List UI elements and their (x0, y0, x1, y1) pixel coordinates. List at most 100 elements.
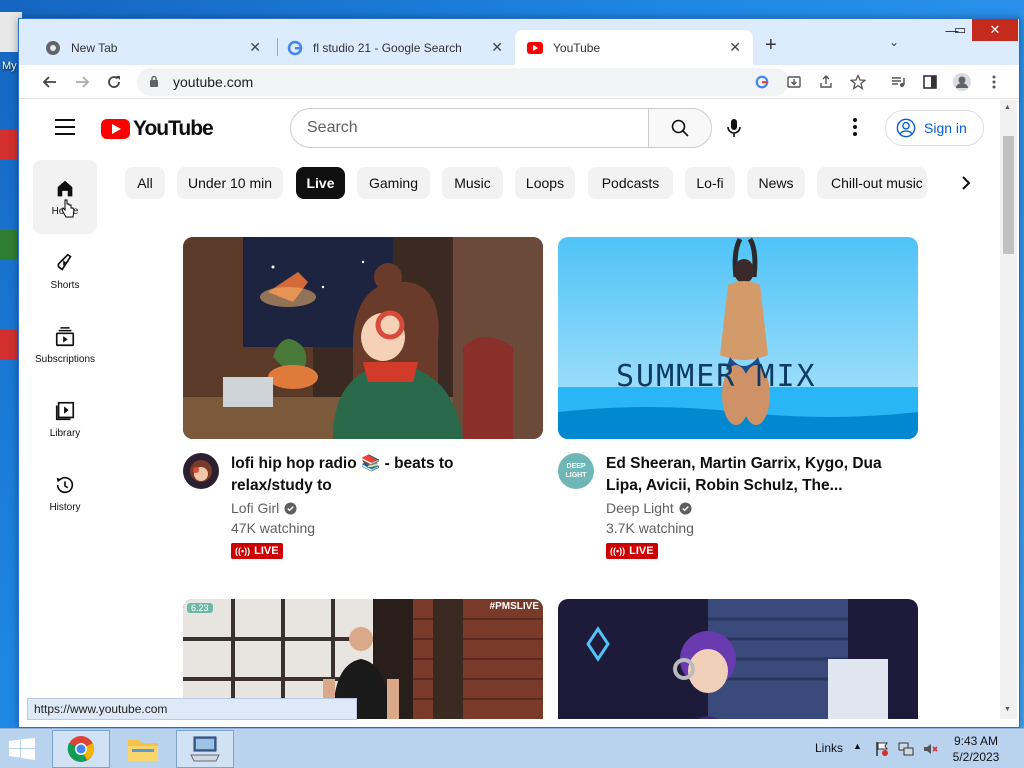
windows-start-icon[interactable] (8, 738, 38, 760)
youtube-logo-text: YouTube (133, 117, 214, 140)
sidebar-item-history[interactable]: History (33, 456, 97, 530)
sidebar-item-label: History (49, 501, 81, 513)
chevron-down-icon[interactable]: ⌄ (889, 35, 899, 49)
reload-icon[interactable] (103, 71, 125, 93)
clock-time: 9:43 AM (953, 734, 999, 748)
sidebar-item-library[interactable]: Library (33, 382, 97, 456)
sidebar-item-home[interactable]: Home (33, 160, 97, 234)
channel-name-text: Deep Light (606, 500, 674, 516)
category-chips: All Under 10 min Live Gaming Music Loops… (125, 167, 985, 199)
action-center-flag-icon[interactable] (874, 741, 890, 762)
video-title[interactable]: Ed Sheeran, Martin Garrix, Kygo, Dua Lip… (606, 453, 906, 497)
volume-muted-icon[interactable] (922, 741, 938, 762)
sidebar-item-label: Shorts (50, 279, 80, 291)
desktop-icon-label: My (2, 60, 17, 72)
chevron-right-icon[interactable] (954, 171, 978, 195)
sidebar-item-subscriptions[interactable]: Subscriptions (33, 308, 97, 382)
channel-name[interactable]: Deep Light (606, 500, 692, 516)
microphone-icon[interactable] (726, 118, 742, 143)
chip-loops[interactable]: Loops (515, 167, 575, 199)
subscriptions-icon (55, 326, 75, 346)
hamburger-menu-icon[interactable] (55, 119, 75, 135)
channel-avatar[interactable]: DEEP LIGHT (558, 453, 594, 489)
chip-under-10-min[interactable]: Under 10 min (177, 167, 283, 199)
youtube-logo[interactable]: YouTube (101, 117, 214, 141)
video-title-line: Ed Sheeran, Martin Garrix, Kygo, Dua (606, 455, 882, 472)
channel-name[interactable]: Lofi Girl (231, 500, 297, 516)
chip-gaming[interactable]: Gaming (357, 167, 430, 199)
scroll-up-icon[interactable]: ▲ (1004, 104, 1011, 111)
desktop-app-icon[interactable] (0, 330, 18, 360)
video-title-line: lofi hip hop radio 📚 - beats to (231, 455, 454, 472)
sidebar-item-shorts[interactable]: Shorts (33, 234, 97, 308)
desktop-app-icon[interactable] (0, 230, 18, 260)
account-icon (896, 118, 916, 138)
forward-arrow-icon[interactable] (71, 71, 93, 93)
thumbnail-corner-text: #PMSLIVE (489, 601, 539, 612)
tab-google-search[interactable]: fl studio 21 - Google Search ✕ (275, 30, 515, 65)
page-viewport: YouTube Search Sign in Ho (19, 100, 1019, 719)
chip-lo-fi[interactable]: Lo-fi (685, 167, 735, 199)
live-badge: ((•)) LIVE (231, 543, 283, 559)
close-icon[interactable]: ✕ (491, 39, 503, 56)
chip-music[interactable]: Music (442, 167, 503, 199)
google-lens-icon[interactable] (751, 71, 773, 93)
video-thumbnail[interactable] (183, 237, 543, 439)
maximize-button[interactable]: ▭ (949, 19, 971, 41)
viewer-count: 47K watching (231, 520, 316, 536)
scroll-down-icon[interactable]: ▼ (1004, 706, 1011, 713)
sign-in-label: Sign in (924, 120, 967, 136)
new-tab-button[interactable]: + (765, 34, 777, 57)
channel-avatar[interactable] (183, 453, 219, 489)
tab-title: New Tab (71, 40, 118, 55)
close-icon[interactable]: ✕ (249, 39, 261, 56)
shorts-icon (57, 253, 72, 271)
url-text: youtube.com (173, 74, 254, 90)
side-panel-icon[interactable] (919, 71, 941, 93)
links-toolbar-label[interactable]: Links (815, 741, 843, 755)
youtube-icon (527, 40, 543, 56)
chip-news[interactable]: News (747, 167, 805, 199)
back-arrow-icon[interactable] (39, 71, 61, 93)
tray-expand-icon[interactable]: ▲ (853, 741, 862, 751)
chrome-menu-icon[interactable] (983, 71, 1005, 93)
history-icon (56, 476, 74, 493)
media-control-icon[interactable] (887, 71, 909, 93)
video-thumbnail[interactable] (558, 599, 918, 719)
chip-chill-out-music[interactable]: Chill-out music (817, 167, 927, 199)
video-card[interactable]: SUMMER MIX DEEP LIGHT Ed Sheeran, Martin… (558, 237, 918, 559)
video-card[interactable]: lofi hip hop radio 📚 - beats to relax/st… (183, 237, 543, 559)
window-close-button[interactable]: ✕ (972, 19, 1018, 41)
star-icon[interactable] (847, 71, 869, 93)
taskbar-remote-desktop[interactable] (176, 730, 234, 768)
tab-youtube[interactable]: YouTube ✕ (515, 30, 753, 65)
system-clock[interactable]: 9:43 AM 5/2/2023 (942, 733, 1010, 765)
tab-new-tab[interactable]: New Tab ✕ (33, 30, 273, 65)
tab-strip: New Tab ✕ fl studio 21 - Google Search ✕… (19, 19, 1019, 65)
share-icon[interactable] (815, 71, 837, 93)
page-scrollbar[interactable]: ▲ ▼ (1000, 100, 1017, 719)
network-icon[interactable] (898, 741, 914, 762)
sign-in-button[interactable]: Sign in (885, 110, 984, 146)
more-options-icon[interactable] (853, 118, 857, 141)
chip-all[interactable]: All (125, 167, 165, 199)
search-input[interactable]: Search (290, 108, 648, 148)
chip-live[interactable]: Live (296, 167, 345, 199)
chrome-icon (45, 40, 61, 56)
desktop-app-icon[interactable] (0, 130, 18, 160)
video-card[interactable] (558, 599, 918, 719)
taskbar-chrome[interactable] (52, 730, 110, 768)
video-thumbnail[interactable]: SUMMER MIX (558, 237, 918, 439)
chip-podcasts[interactable]: Podcasts (588, 167, 673, 199)
scrollbar-thumb[interactable] (1003, 136, 1014, 254)
address-bar[interactable]: youtube.com (137, 68, 789, 96)
tab-title: fl studio 21 - Google Search (313, 40, 462, 55)
thumbnail-timer: 6.23 (187, 603, 213, 613)
profile-avatar-icon[interactable] (951, 71, 973, 93)
live-badge-text: LIVE (254, 545, 279, 557)
search-button[interactable] (648, 108, 712, 148)
taskbar-file-explorer[interactable] (114, 730, 172, 768)
video-title[interactable]: lofi hip hop radio 📚 - beats to relax/st… (231, 453, 531, 497)
install-app-icon[interactable] (783, 71, 805, 93)
close-icon[interactable]: ✕ (729, 39, 741, 56)
